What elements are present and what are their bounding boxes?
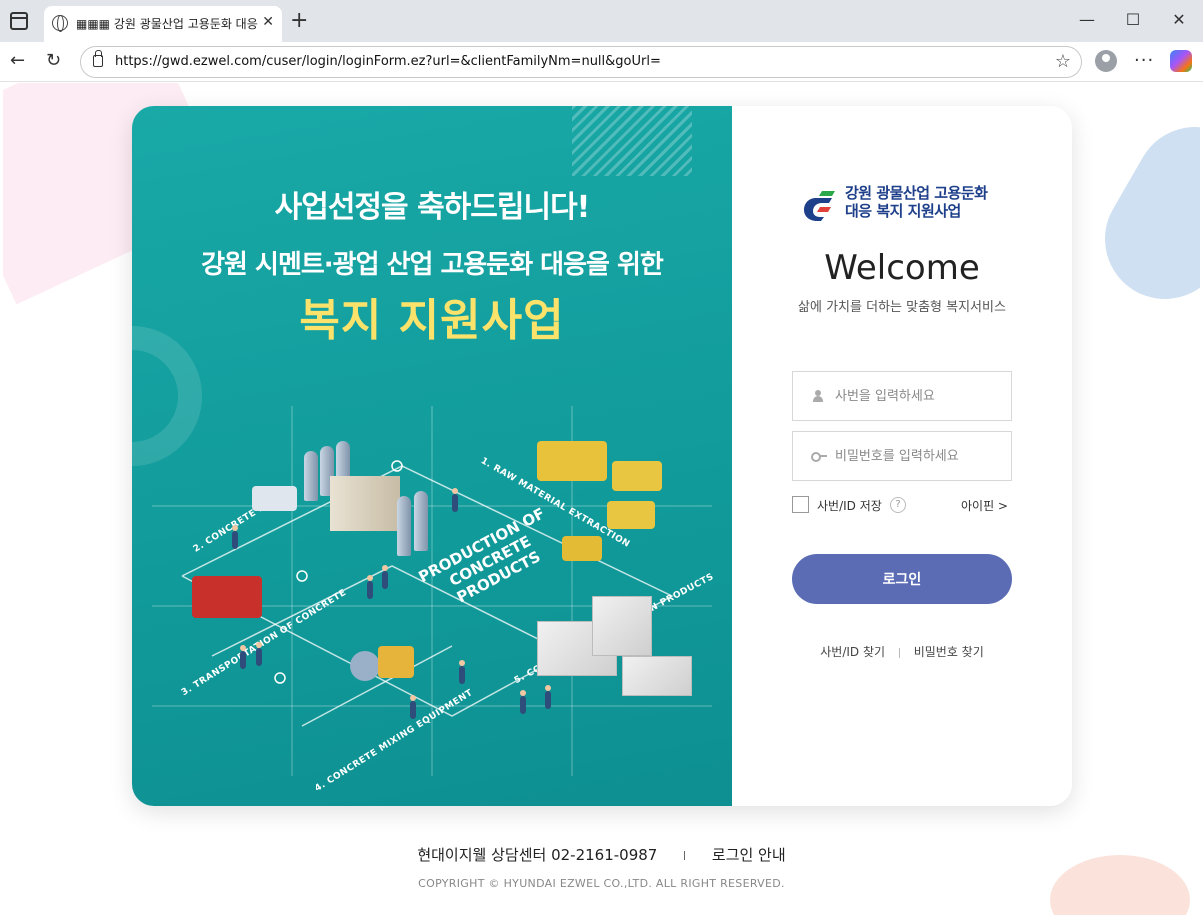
browser-toolbar: ← ↻ https://gwd.ezwel.com/cuser/login/lo… — [0, 42, 1203, 82]
login-guide-link[interactable]: 로그인 안내 — [712, 846, 786, 864]
gangwon-logo-icon — [804, 191, 835, 221]
lock-icon[interactable] — [93, 50, 103, 67]
worker-figure — [545, 685, 551, 709]
key-icon — [811, 452, 827, 462]
login-panel: 강원 광물산업 고용둔화 대응 복지 지원사업 Welcome 삶에 가치를 더… — [732, 106, 1072, 806]
employee-id-input[interactable] — [835, 372, 1005, 420]
mixing-machine — [378, 646, 414, 678]
concrete-production-illustration: 1. RAW MATERIAL EXTRACTION 2. CONCRETE P… — [152, 406, 716, 794]
maximize-button[interactable]: ☐ — [1110, 10, 1156, 29]
worker-figure — [459, 660, 465, 684]
find-password-link[interactable]: 비밀번호 찾기 — [914, 645, 984, 659]
banner-headline: 사업선정을 축하드립니다! — [274, 190, 591, 225]
save-id-row: 사번/ID 저장 ? 아이핀 > — [792, 494, 1012, 514]
employee-id-field[interactable] — [792, 371, 1012, 421]
call-center-text: 현대이지웰 상담센터 02-2161-0987 — [417, 846, 658, 864]
worker-figure — [452, 488, 458, 512]
account-recovery-links: 사번/ID 찾기 비밀번호 찾기 — [732, 643, 1072, 660]
ipin-link[interactable]: 아이핀 > — [961, 497, 1008, 514]
welcome-subtitle: 삶에 가치를 더하는 맞춤형 복지서비스 — [798, 300, 1006, 315]
sidebar-toggle-icon[interactable] — [10, 12, 28, 30]
more-menu-button[interactable]: ··· — [1134, 50, 1154, 71]
concrete-truck — [252, 486, 297, 511]
wheel-loader — [562, 536, 602, 561]
worker-figure — [520, 690, 526, 714]
banner-highlight: 복지 지원사업 — [299, 295, 565, 346]
help-icon[interactable]: ? — [890, 497, 906, 513]
link-divider — [898, 647, 900, 658]
browser-tab-bar: ▦▦▦ 강원 광물산업 고용둔화 대응 ✕ + — ☐ ✕ — [0, 0, 1203, 42]
worker-figure — [240, 645, 246, 669]
person-icon — [813, 390, 823, 402]
tab-close-icon[interactable]: ✕ — [262, 14, 274, 30]
logo-line: 강원 광물산업 고용둔화 — [845, 184, 988, 202]
mixer-drum — [350, 651, 380, 681]
password-input[interactable] — [835, 432, 1005, 480]
worker-figure — [367, 575, 373, 599]
excavator — [537, 441, 607, 481]
concrete-blocks — [622, 656, 692, 696]
concrete-blocks — [592, 596, 652, 656]
cement-silo — [414, 491, 428, 551]
copilot-icon[interactable] — [1170, 50, 1192, 72]
welcome-heading: Welcome — [824, 248, 980, 288]
logo-line: 대응 복지 지원사업 — [845, 202, 961, 220]
decorative-shape — [1083, 105, 1200, 321]
copyright-text: COPYRIGHT © HYUNDAI EZWEL CO.,LTD. ALL R… — [418, 877, 785, 890]
page-content: 사업선정을 축하드립니다! 강원 시멘트·광업 산업 고용둔화 대응을 위한 복… — [3, 83, 1200, 915]
worker-figure — [232, 525, 238, 549]
tab-title: ▦▦▦ 강원 광물산업 고용둔화 대응 — [76, 17, 258, 31]
url-text[interactable]: https://gwd.ezwel.com/cuser/login/loginF… — [115, 54, 661, 69]
banner-subheadline: 강원 시멘트·광업 산업 고용둔화 대응을 위한 — [201, 250, 664, 280]
favorite-star-icon[interactable]: ☆ — [1055, 51, 1071, 72]
concrete-plant-building — [330, 476, 400, 531]
close-window-button[interactable]: ✕ — [1156, 10, 1202, 29]
save-id-checkbox[interactable] — [792, 496, 809, 513]
cement-silo — [397, 496, 411, 556]
reload-button[interactable]: ↻ — [46, 50, 61, 71]
login-button[interactable]: 로그인 — [792, 554, 1012, 604]
program-logo-text: 강원 광물산업 고용둔화 대응 복지 지원사업 — [845, 184, 988, 220]
profile-avatar-icon[interactable] — [1095, 50, 1117, 72]
dump-truck — [612, 461, 662, 491]
browser-tab[interactable]: ▦▦▦ 강원 광물산업 고용둔화 대응 ✕ — [44, 6, 282, 42]
footer-contact: 현대이지웰 상담센터 02-2161-0987 로그인 안내 — [3, 844, 1200, 865]
save-id-label[interactable]: 사번/ID 저장 — [817, 497, 882, 514]
worker-figure — [382, 565, 388, 589]
login-card: 사업선정을 축하드립니다! 강원 시멘트·광업 산업 고용둔화 대응을 위한 복… — [132, 106, 1072, 806]
password-field[interactable] — [792, 431, 1012, 481]
globe-icon — [52, 15, 68, 32]
decorative-stripes — [572, 106, 692, 176]
back-button[interactable]: ← — [10, 50, 25, 71]
promo-banner: 사업선정을 축하드립니다! 강원 시멘트·광업 산업 고용둔화 대응을 위한 복… — [132, 106, 732, 806]
dump-truck — [607, 501, 655, 529]
concrete-mixer-truck — [192, 576, 262, 618]
cement-silo — [304, 451, 318, 501]
address-bar[interactable]: https://gwd.ezwel.com/cuser/login/loginF… — [80, 46, 1082, 78]
worker-figure — [410, 695, 416, 719]
new-tab-button[interactable]: + — [290, 8, 308, 33]
footer-divider — [684, 851, 686, 860]
find-id-link[interactable]: 사번/ID 찾기 — [820, 645, 885, 659]
minimize-button[interactable]: — — [1064, 10, 1110, 29]
worker-figure — [256, 642, 262, 666]
